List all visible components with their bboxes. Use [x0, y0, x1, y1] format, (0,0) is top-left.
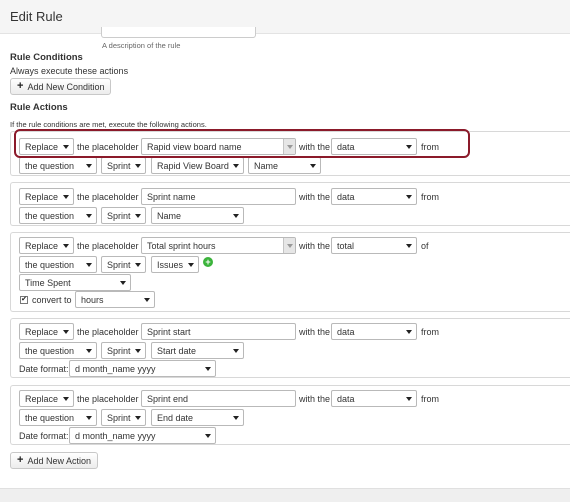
add-condition-label: Add New Condition	[27, 81, 105, 92]
question-select[interactable]: Sprint	[101, 342, 146, 359]
field-select[interactable]: Issues	[151, 256, 199, 273]
placeholder-combo[interactable]: Rapid view board name	[141, 138, 296, 155]
action-card: Replace the placeholder Sprint start wit…	[10, 318, 570, 378]
aggregate-select[interactable]: total	[331, 237, 417, 254]
operation-select[interactable]: Replace	[19, 323, 74, 340]
page-title: Edit Rule	[10, 9, 63, 24]
target-select[interactable]: the question	[19, 409, 97, 426]
of-label: of	[421, 241, 429, 251]
placeholder-label: the placeholder	[77, 142, 139, 152]
placeholder-label: the placeholder	[77, 327, 139, 337]
action-card: Replace the placeholder Total sprint hou…	[10, 232, 570, 312]
with-label: with the	[299, 142, 331, 152]
add-field-icon[interactable]: +	[203, 257, 213, 267]
dialog-header: Edit Rule	[0, 0, 570, 34]
field-select[interactable]: End date	[151, 409, 244, 426]
add-action-label: Add New Action	[27, 455, 91, 466]
action-card: Replace the placeholder Sprint name with…	[10, 182, 570, 226]
operation-select[interactable]: Replace	[19, 237, 74, 254]
question-select[interactable]: Sprint	[101, 157, 146, 174]
question-select[interactable]: Sprint	[101, 207, 146, 224]
source-select[interactable]: data	[331, 323, 417, 340]
convert-checkbox[interactable]: ✔	[20, 296, 28, 304]
unit-select[interactable]: hours	[75, 291, 155, 308]
placeholder-value: Total sprint hours	[147, 240, 216, 251]
date-format-select[interactable]: d month_name yyyy	[69, 360, 216, 377]
operation-select[interactable]: Replace	[19, 390, 74, 407]
placeholder-label: the placeholder	[77, 192, 139, 202]
operation-select[interactable]: Replace	[19, 188, 74, 205]
target-select[interactable]: the question	[19, 157, 97, 174]
placeholder-label: the placeholder	[77, 241, 139, 251]
action-card: Replace the placeholder Sprint end with …	[10, 385, 570, 445]
action-card: Replace the placeholder Rapid view board…	[10, 131, 570, 176]
date-format-select[interactable]: d month_name yyyy	[69, 427, 216, 444]
conditions-subtitle: Always execute these actions	[10, 66, 129, 76]
placeholder-input[interactable]: Sprint name	[141, 188, 296, 205]
with-label: with the	[299, 327, 331, 337]
plus-icon: +	[17, 80, 24, 92]
chevron-down-icon[interactable]	[283, 238, 295, 253]
footer-bar	[0, 488, 570, 502]
description-input[interactable]	[101, 27, 256, 38]
date-format-label: Date format:	[19, 431, 69, 441]
source-select[interactable]: data	[331, 390, 417, 407]
source-select[interactable]: data	[331, 138, 417, 155]
date-format-label: Date format:	[19, 364, 69, 374]
placeholder-label: the placeholder	[77, 394, 139, 404]
target-select[interactable]: the question	[19, 207, 97, 224]
placeholder-value: Rapid view board name	[147, 141, 242, 152]
actions-heading: Rule Actions	[10, 102, 68, 113]
convert-label: convert to	[32, 295, 72, 305]
with-label: with the	[299, 394, 331, 404]
source-select[interactable]: data	[331, 188, 417, 205]
metric-select[interactable]: Time Spent	[19, 274, 131, 291]
question-select[interactable]: Sprint	[101, 256, 146, 273]
operation-select[interactable]: Replace	[19, 138, 74, 155]
actions-subtitle: If the rule conditions are met, execute …	[10, 120, 207, 129]
field-select[interactable]: Name	[248, 157, 321, 174]
from-label: from	[421, 192, 439, 202]
target-select[interactable]: the question	[19, 342, 97, 359]
with-label: with the	[299, 192, 331, 202]
description-help-text: A description of the rule	[102, 41, 181, 50]
placeholder-combo[interactable]: Total sprint hours	[141, 237, 296, 254]
entity-select[interactable]: Rapid View Board	[151, 157, 244, 174]
add-action-button[interactable]: + Add New Action	[10, 452, 98, 469]
from-label: from	[421, 142, 439, 152]
add-condition-button[interactable]: + Add New Condition	[10, 78, 112, 95]
target-select[interactable]: the question	[19, 256, 97, 273]
placeholder-input[interactable]: Sprint start	[141, 323, 296, 340]
placeholder-input[interactable]: Sprint end	[141, 390, 296, 407]
field-select[interactable]: Name	[151, 207, 244, 224]
chevron-down-icon[interactable]	[283, 139, 295, 154]
conditions-heading: Rule Conditions	[10, 52, 83, 63]
field-select[interactable]: Start date	[151, 342, 244, 359]
plus-icon: +	[17, 454, 24, 466]
from-label: from	[421, 394, 439, 404]
with-label: with the	[299, 241, 331, 251]
question-select[interactable]: Sprint	[101, 409, 146, 426]
from-label: from	[421, 327, 439, 337]
